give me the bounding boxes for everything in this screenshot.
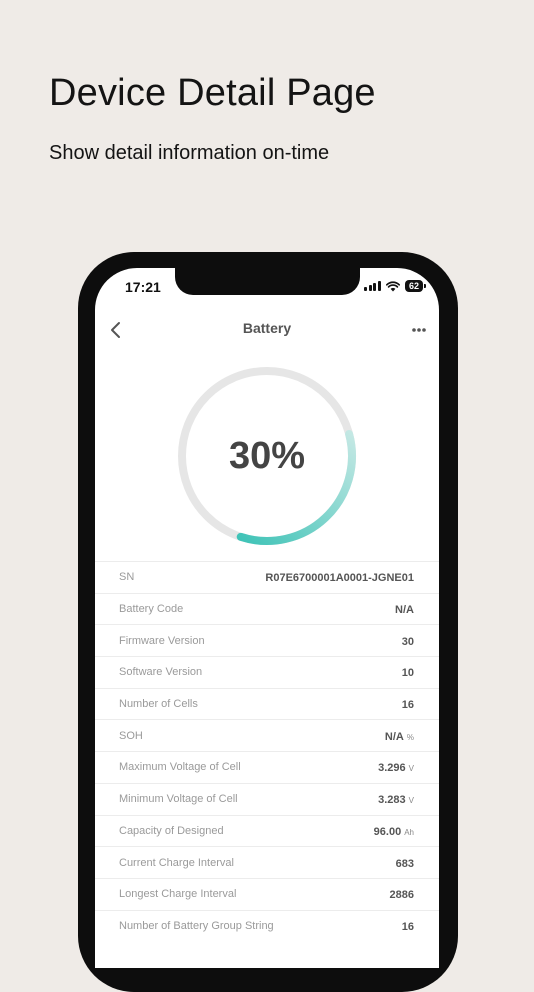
info-value: 16 (401, 699, 414, 712)
info-value: 683 (395, 857, 414, 870)
info-value-group: 3.296 V (378, 758, 414, 776)
info-value-group: 2886 (390, 885, 414, 903)
phone-screen: 17:21 62 Battery 30% SN R07E6700001A0001-… (95, 268, 439, 968)
info-label: Minimum Voltage of Cell (119, 793, 238, 806)
status-indicators: 62 (364, 280, 427, 292)
info-value: R07E6700001A0001-JGNE01 (265, 572, 414, 585)
more-options-button[interactable] (407, 318, 431, 342)
info-row: Capacity of Designed 96.00 Ah (95, 814, 439, 847)
notch (175, 268, 360, 295)
promo-title: Device Detail Page (49, 72, 376, 114)
info-value: 96.00 (373, 825, 402, 838)
cellular-signal-icon (364, 281, 381, 291)
info-row: SN R07E6700001A0001-JGNE01 (95, 561, 439, 593)
status-time: 17:21 (125, 279, 161, 295)
info-value-group: N/A% (385, 727, 414, 745)
info-value: 3.296 (378, 762, 406, 775)
battery-status-icon: 62 (404, 280, 427, 292)
promo-subtitle: Show detail information on-time (49, 142, 330, 164)
info-row: Firmware Version 30 (95, 624, 439, 656)
info-row: Number of Battery Group String 16 (95, 909, 439, 942)
info-value-group: 10 (402, 663, 414, 681)
info-unit: % (406, 732, 414, 742)
wifi-icon (385, 280, 400, 291)
info-value: 16 (401, 920, 414, 933)
info-row: Longest Charge Interval 2886 (95, 877, 439, 910)
info-value: N/A (395, 604, 414, 617)
info-value-group: R07E6700001A0001-JGNE01 (265, 568, 414, 586)
info-value-group: N/A (395, 600, 414, 618)
info-label: Software Version (119, 666, 203, 679)
info-value-group: 16 (402, 695, 414, 713)
info-unit: Ah (404, 827, 414, 837)
info-value: 30 (401, 635, 414, 648)
page-title: Battery (242, 320, 292, 336)
info-row: Maximum Voltage of Cell 3.296 V (95, 751, 439, 783)
info-value: 2886 (389, 889, 414, 902)
info-label: Current Charge Interval (119, 856, 234, 869)
info-label: Capacity of Designed (119, 824, 224, 837)
info-label: Number of Battery Group String (119, 919, 274, 932)
battery-percentage: 30% (228, 434, 306, 477)
info-row: Minimum Voltage of Cell 3.283 V (95, 782, 439, 815)
info-label: Number of Cells (119, 698, 198, 711)
info-label: SOH (119, 729, 143, 742)
info-unit: V (408, 796, 414, 806)
info-value-group: 3.283 V (378, 790, 414, 808)
info-row: SOH N/A% (95, 719, 439, 751)
info-unit: V (408, 764, 414, 774)
info-value: 3.283 (378, 794, 406, 807)
info-value-group: 683 (396, 854, 414, 872)
info-value-group: 16 (402, 917, 414, 935)
info-value-group: 96.00 Ah (374, 822, 414, 840)
info-label: Maximum Voltage of Cell (119, 761, 241, 774)
info-row: Software Version 10 (95, 656, 439, 688)
battery-info-list: SN R07E6700001A0001-JGNE01 Battery Code N/A… (95, 561, 439, 941)
info-label: Longest Charge Interval (119, 888, 237, 901)
info-row: Battery Code N/A (95, 592, 439, 625)
info-row: Current Charge Interval 683 (95, 846, 439, 878)
info-label: Battery Code (119, 603, 184, 616)
info-value: N/A (384, 730, 404, 743)
info-value: 10 (401, 667, 414, 680)
info-label: SN (119, 571, 135, 584)
info-value-group: 30 (402, 632, 414, 650)
info-label: Firmware Version (119, 634, 205, 647)
info-row: Number of Cells 16 (95, 687, 439, 720)
